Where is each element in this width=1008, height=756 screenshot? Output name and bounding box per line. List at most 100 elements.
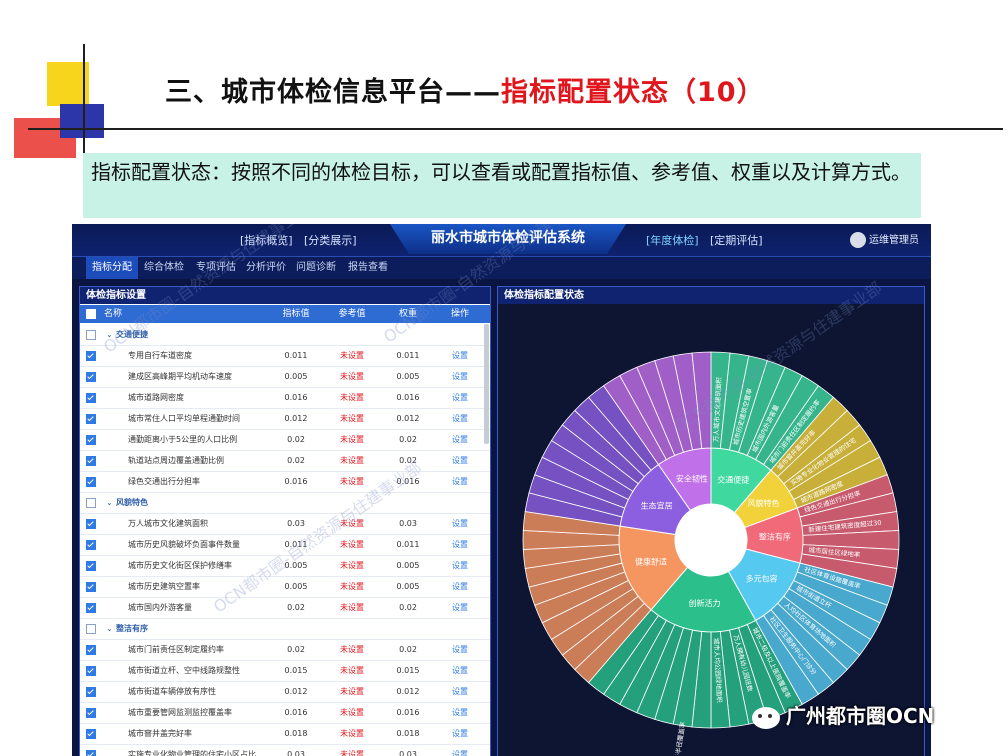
row-checkbox[interactable] [86, 687, 96, 697]
indicator-name: 城市国内外游客量 [128, 603, 192, 612]
set-link[interactable]: 设置 [436, 345, 484, 366]
set-link[interactable]: 设置 [436, 534, 484, 555]
indicator-settings-panel: 体检指标设置 名称 指标值 参考值 权重 操作 交通便捷 ⌄ 专用自行车道密度 0.0… [79, 286, 491, 756]
row-checkbox[interactable] [86, 372, 96, 382]
indicator-value: 0.016 [284, 708, 308, 717]
chevron-down-icon[interactable]: ⌄ [106, 324, 113, 345]
row-checkbox[interactable] [86, 708, 96, 718]
weight-value: 0.016 [396, 708, 420, 717]
set-link[interactable]: 设置 [436, 576, 484, 597]
reference-value: 未设置 [340, 687, 364, 696]
row-checkbox[interactable] [86, 477, 96, 487]
set-link[interactable]: 设置 [436, 744, 484, 756]
row-checkbox[interactable] [86, 393, 96, 403]
decor-blue-square [60, 104, 104, 138]
set-link[interactable]: 设置 [436, 681, 484, 702]
slide-title: 三、城市体检信息平台——指标配置状态（10） [165, 70, 765, 109]
weight-value: 0.03 [399, 750, 417, 756]
weight-value: 0.016 [396, 393, 420, 402]
nav-category-button[interactable]: [分类展示] [304, 232, 357, 248]
weight-value: 0.02 [399, 456, 417, 465]
table-group-row: 风貌特色 ⌄ [80, 492, 490, 514]
tab-comprehensive[interactable]: 综合体检 [138, 257, 190, 279]
weight-value: 0.012 [396, 687, 420, 696]
indicator-value: 0.016 [284, 477, 308, 486]
group-label[interactable]: 风貌特色 [116, 492, 148, 513]
row-checkbox[interactable] [86, 456, 96, 466]
set-link[interactable]: 设置 [436, 513, 484, 534]
table-row: 城市历史文化街区保护修缮率 0.005 未设置 0.005 设置 [80, 555, 490, 577]
indicator-name: 城市历史风貌破坏负面事件数量 [128, 540, 240, 549]
user-menu[interactable]: 运维管理员 [850, 231, 919, 248]
description-text: 指标配置状态：按照不同的体检目标，可以查看或配置指标值、参考值、权重以及计算方式… [91, 160, 911, 184]
reference-value: 未设置 [340, 435, 364, 444]
indicator-value: 0.005 [284, 561, 308, 570]
indicator-value: 0.018 [284, 729, 308, 738]
set-link[interactable]: 设置 [436, 366, 484, 387]
tab-assign[interactable]: 指标分配 [86, 257, 138, 279]
table-row: 实施专业化物业管理的住宅小区占比 0.03 未设置 0.03 设置 [80, 744, 490, 756]
set-link[interactable]: 设置 [436, 555, 484, 576]
chevron-down-icon[interactable]: ⌄ [106, 618, 113, 639]
row-checkbox[interactable] [86, 645, 96, 655]
indicator-name: 城市门前责任区制定履约率 [128, 645, 224, 654]
tab-special[interactable]: 专项评估 [190, 257, 242, 279]
chevron-down-icon[interactable]: ⌄ [106, 492, 113, 513]
inner-segment-label: 整洁有序 [759, 531, 791, 541]
set-link[interactable]: 设置 [436, 387, 484, 408]
col-reference: 参考值 [338, 309, 366, 319]
row-checkbox[interactable] [86, 519, 96, 529]
row-checkbox[interactable] [86, 351, 96, 361]
row-checkbox[interactable] [86, 435, 96, 445]
set-link[interactable]: 设置 [436, 660, 484, 681]
select-all-checkbox[interactable] [86, 309, 96, 319]
reference-value: 未设置 [340, 372, 364, 381]
row-checkbox[interactable] [86, 330, 96, 340]
tab-analysis[interactable]: 分析评价 [240, 257, 292, 279]
nav-annual-button[interactable]: [年度体检] [646, 232, 699, 248]
row-checkbox[interactable] [86, 561, 96, 571]
row-checkbox[interactable] [86, 666, 96, 676]
table-row: 城市历史风貌破坏负面事件数量 0.011 未设置 0.011 设置 [80, 534, 490, 556]
col-weight: 权重 [398, 309, 417, 319]
set-link[interactable]: 设置 [436, 450, 484, 471]
table-row: 城市街道车辆停放有序性 0.012 未设置 0.012 设置 [80, 681, 490, 703]
row-checkbox[interactable] [86, 498, 96, 508]
nav-overview-button[interactable]: [指标概览] [240, 232, 293, 248]
set-link[interactable]: 设置 [436, 597, 484, 618]
panel-title: 体检指标设置 [80, 287, 490, 304]
table-group-row: 整洁有序 ⌄ [80, 618, 490, 640]
group-label[interactable]: 交通便捷 [116, 324, 148, 345]
set-link[interactable]: 设置 [436, 702, 484, 723]
row-checkbox[interactable] [86, 729, 96, 739]
config-status-panel: 体检指标配置状态 交通便捷 万人城市文化建筑面积 城市历史建筑空置率 城市国内外游客量… [497, 286, 925, 756]
row-checkbox[interactable] [86, 750, 96, 756]
set-link[interactable]: 设置 [436, 639, 484, 660]
set-link[interactable]: 设置 [436, 408, 484, 429]
tab-diagnosis[interactable]: 问题诊断 [290, 257, 342, 279]
row-checkbox[interactable] [86, 540, 96, 550]
reference-value: 未设置 [340, 477, 364, 486]
reference-value: 未设置 [340, 393, 364, 402]
set-link[interactable]: 设置 [436, 429, 484, 450]
row-checkbox[interactable] [86, 603, 96, 613]
nav-periodic-button[interactable]: [定期评估] [710, 232, 763, 248]
indicator-value: 0.005 [284, 372, 308, 381]
group-label[interactable]: 整洁有序 [116, 618, 148, 639]
indicator-value: 0.011 [284, 540, 308, 549]
indicator-value: 0.02 [287, 435, 305, 444]
indicator-name: 城市历史文化街区保护修缮率 [128, 561, 232, 570]
tab-report[interactable]: 报告查看 [342, 257, 394, 279]
reference-value: 未设置 [340, 561, 364, 570]
reference-value: 未设置 [340, 666, 364, 675]
indicator-value: 0.012 [284, 687, 308, 696]
indicator-name: 城市道路网密度 [128, 393, 184, 402]
set-link[interactable]: 设置 [436, 471, 484, 492]
col-name: 名称 [104, 309, 123, 319]
row-checkbox[interactable] [86, 624, 96, 634]
row-checkbox[interactable] [86, 582, 96, 592]
set-link[interactable]: 设置 [436, 723, 484, 744]
row-checkbox[interactable] [86, 414, 96, 424]
table-scrollbar[interactable] [484, 324, 489, 444]
weight-value: 0.015 [396, 666, 420, 675]
